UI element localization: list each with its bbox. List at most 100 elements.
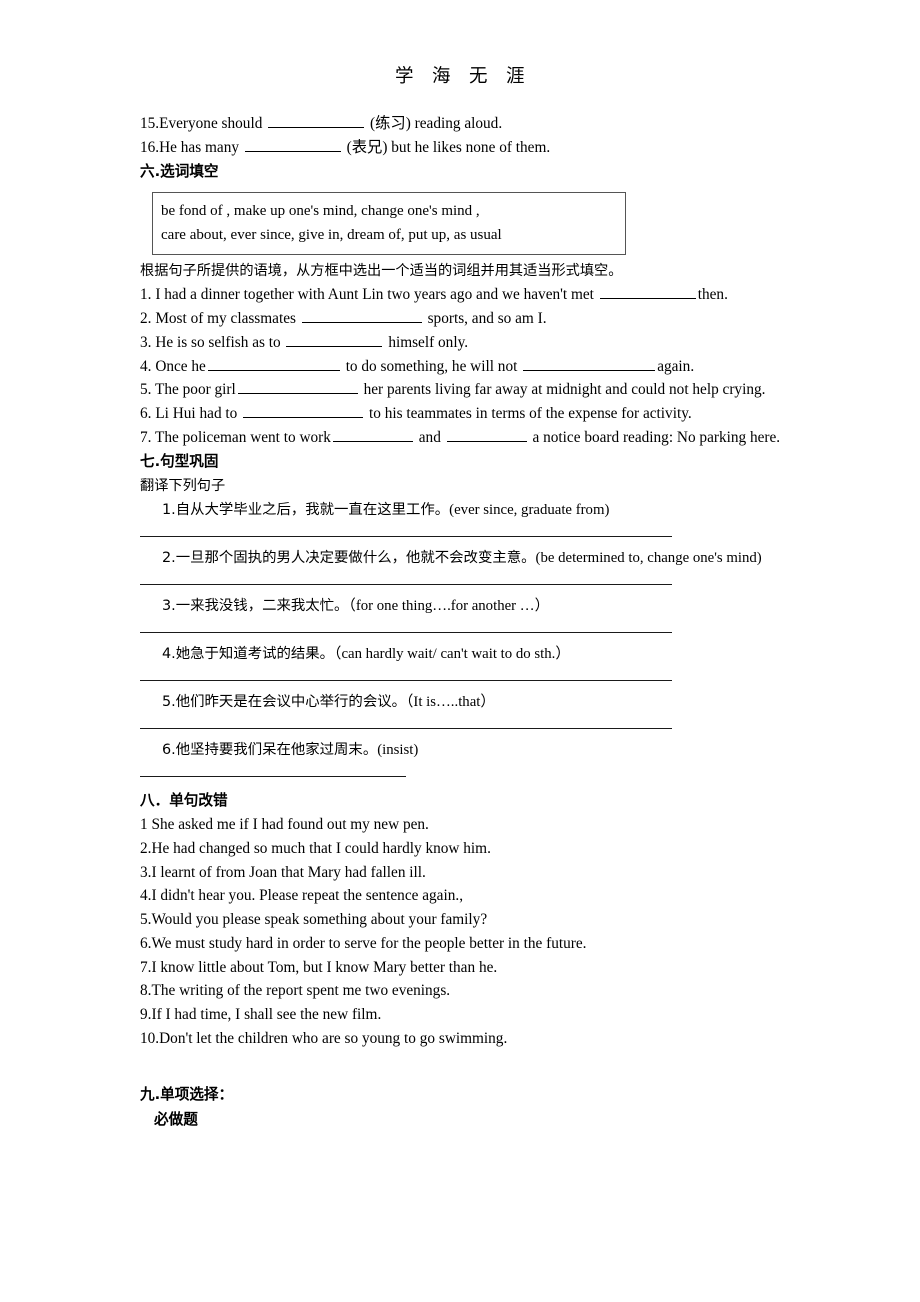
item-text-pre: He is so selfish as to <box>155 333 281 351</box>
item-number: 6. <box>140 404 152 422</box>
page-header: 学海无涯 <box>0 62 920 88</box>
translate-item-6: 6.他坚持要我们呆在他家过周末。(insist) <box>140 738 782 763</box>
correction-item-7: 7.I know little about Tom, but I know Ma… <box>140 958 498 976</box>
item-text-cn: 一旦那个固执的男人决定要做什么，他就不会改变主意。 <box>175 550 536 567</box>
item-text-post: a notice board reading: No parking here. <box>532 428 781 446</box>
cloze-item-7: 7. The policeman went to work and a noti… <box>140 426 782 450</box>
answer-blank[interactable] <box>332 426 413 442</box>
item-text-post: her parents living far away at midnight … <box>363 381 766 399</box>
item-text-cn: 一来我没钱，二来我太忙。 <box>175 598 349 615</box>
item-text-hint: (insist) <box>377 742 419 759</box>
answer-blank[interactable] <box>243 402 364 418</box>
answer-write-line[interactable] <box>140 632 672 634</box>
section-heading-eight: 八．单句改错 <box>140 792 228 810</box>
item-text-post: sports, and so am I. <box>427 310 547 328</box>
item-text-post: to his teammates in terms of the expense… <box>368 404 692 422</box>
item-text-pre: Li Hui had to <box>155 404 238 422</box>
answer-blank[interactable] <box>446 426 527 442</box>
header-char-4: 涯 <box>506 67 526 87</box>
item-number: 2. <box>140 310 152 328</box>
correction-item-10: 10.Don't let the children who are so you… <box>140 1029 508 1047</box>
cloze-item-2: 2. Most of my classmates sports, and so … <box>140 307 782 331</box>
item-text-cn: 她急于知道考试的结果。 <box>175 646 335 663</box>
answer-blank[interactable] <box>286 331 383 347</box>
section-six-instruction: 根据句子所提供的语境，从方框中选出一个适当的词组并用其适当形式填空。 <box>140 263 623 280</box>
item-number: 15. <box>140 115 160 132</box>
item-text-cn: 自从大学毕业之后，我就一直在这里工作。 <box>175 502 450 519</box>
item-number: 4. <box>140 357 152 375</box>
item-number: 5. <box>140 381 152 399</box>
question-item-16: 16.He has many (表兄) but he likes none of… <box>140 136 782 160</box>
item-hint: (表兄) <box>346 138 388 156</box>
answer-blank[interactable] <box>244 136 341 152</box>
section-heading-seven: 七.句型巩固 <box>140 453 219 471</box>
correction-item-2: 2.He had changed so much that I could ha… <box>140 840 491 858</box>
correction-item-1: 1 She asked me if I had found out my new… <box>140 816 429 834</box>
answer-blank[interactable] <box>301 308 422 324</box>
translate-item-2: 2.一旦那个固执的男人决定要做什么，他就不会改变主意。(be determine… <box>140 546 782 571</box>
item-text-pre: The poor girl <box>155 381 236 399</box>
correction-item-6: 6.We must study hard in order to serve f… <box>140 934 587 952</box>
item-text-post: but he likes none of them. <box>391 138 551 156</box>
item-text-mid: and <box>418 428 441 446</box>
answer-blank[interactable] <box>237 379 358 395</box>
item-text-hint: （for one thing….for another …） <box>348 598 550 615</box>
item-text-post: reading aloud. <box>414 115 503 132</box>
header-char-1: 学 <box>394 67 414 87</box>
cloze-item-1: 1. I had a dinner together with Aunt Lin… <box>140 283 782 307</box>
answer-write-line[interactable] <box>140 584 672 586</box>
correction-item-9: 9.If I had time, I shall see the new fil… <box>140 1005 382 1023</box>
worksheet-page: 学海无涯 15.Everyone should (练习) reading alo… <box>0 0 920 1302</box>
cloze-item-3: 3. He is so selfish as to himself only. <box>140 331 782 355</box>
item-number: 16. <box>140 138 160 156</box>
item-text-post: himself only. <box>388 333 469 351</box>
translate-item-1: 1.自从大学毕业之后，我就一直在这里工作。(ever since, gradua… <box>140 498 782 523</box>
section-heading-nine: 九.单项选择： <box>140 1086 234 1104</box>
item-text-pre: He has many <box>159 138 239 156</box>
item-number: 4. <box>162 646 176 663</box>
item-text-post: again. <box>657 357 695 375</box>
question-item-15: 15.Everyone should (练习) reading aloud. <box>140 112 782 136</box>
correction-item-3: 3.I learnt of from Joan that Mary had fa… <box>140 863 426 881</box>
item-number: 7. <box>140 428 152 446</box>
header-char-2: 海 <box>431 67 451 87</box>
item-number: 1. <box>162 502 176 519</box>
item-text-pre: The policeman went to work <box>155 428 331 446</box>
answer-write-line[interactable] <box>140 536 672 538</box>
item-text-cn: 他们昨天是在会议中心举行的会议。 <box>175 694 406 711</box>
item-number: 1. <box>140 286 152 304</box>
word-bank-line-1: be fond of , make up one's mind, change … <box>161 203 480 220</box>
answer-blank[interactable] <box>599 284 696 300</box>
answer-blank[interactable] <box>207 355 340 371</box>
correction-item-4: 4.I didn't hear you. Please repeat the s… <box>140 887 464 905</box>
section-seven-instruction: 翻译下列句子 <box>140 478 226 495</box>
answer-blank[interactable] <box>523 355 656 371</box>
cloze-item-6: 6. Li Hui had to to his teammates in ter… <box>140 402 782 426</box>
translate-item-5: 5.他们昨天是在会议中心举行的会议。（It is…..that） <box>140 690 782 715</box>
item-text-pre: Once he <box>155 357 206 375</box>
translate-item-4: 4.她急于知道考试的结果。（can hardly wait/ can't wai… <box>140 642 782 667</box>
correction-item-8: 8.The writing of the report spent me two… <box>140 982 451 1000</box>
item-number: 3. <box>140 333 152 351</box>
answer-write-line[interactable] <box>140 680 672 682</box>
item-text-cn: 他坚持要我们呆在他家过周末。 <box>175 742 378 759</box>
document-content: 15.Everyone should (练习) reading aloud. 1… <box>140 112 782 1132</box>
cloze-item-5: 5. The poor girl her parents living far … <box>140 378 782 402</box>
item-text-mid: to do something, he will not <box>345 357 518 375</box>
answer-write-line[interactable] <box>140 776 406 778</box>
item-text-pre: I had a dinner together with Aunt Lin tw… <box>155 286 594 304</box>
word-bank-box: be fond of , make up one's mind, change … <box>152 192 626 256</box>
item-number: 2. <box>162 550 176 567</box>
answer-write-line[interactable] <box>140 728 672 730</box>
section-nine-subheading: 必做题 <box>154 1111 198 1129</box>
item-number: 6. <box>162 742 176 759</box>
cloze-item-4: 4. Once he to do something, he will not … <box>140 355 782 379</box>
item-number: 3. <box>162 598 176 615</box>
item-hint: (练习) <box>370 115 411 132</box>
item-text-pre: Most of my classmates <box>155 310 296 328</box>
section-heading-six: 六.选词填空 <box>140 163 219 181</box>
answer-blank[interactable] <box>268 112 365 128</box>
item-text-pre: Everyone should <box>159 115 263 132</box>
item-text-hint: (be determined to, change one's mind) <box>535 550 762 567</box>
header-char-3: 无 <box>469 67 489 87</box>
